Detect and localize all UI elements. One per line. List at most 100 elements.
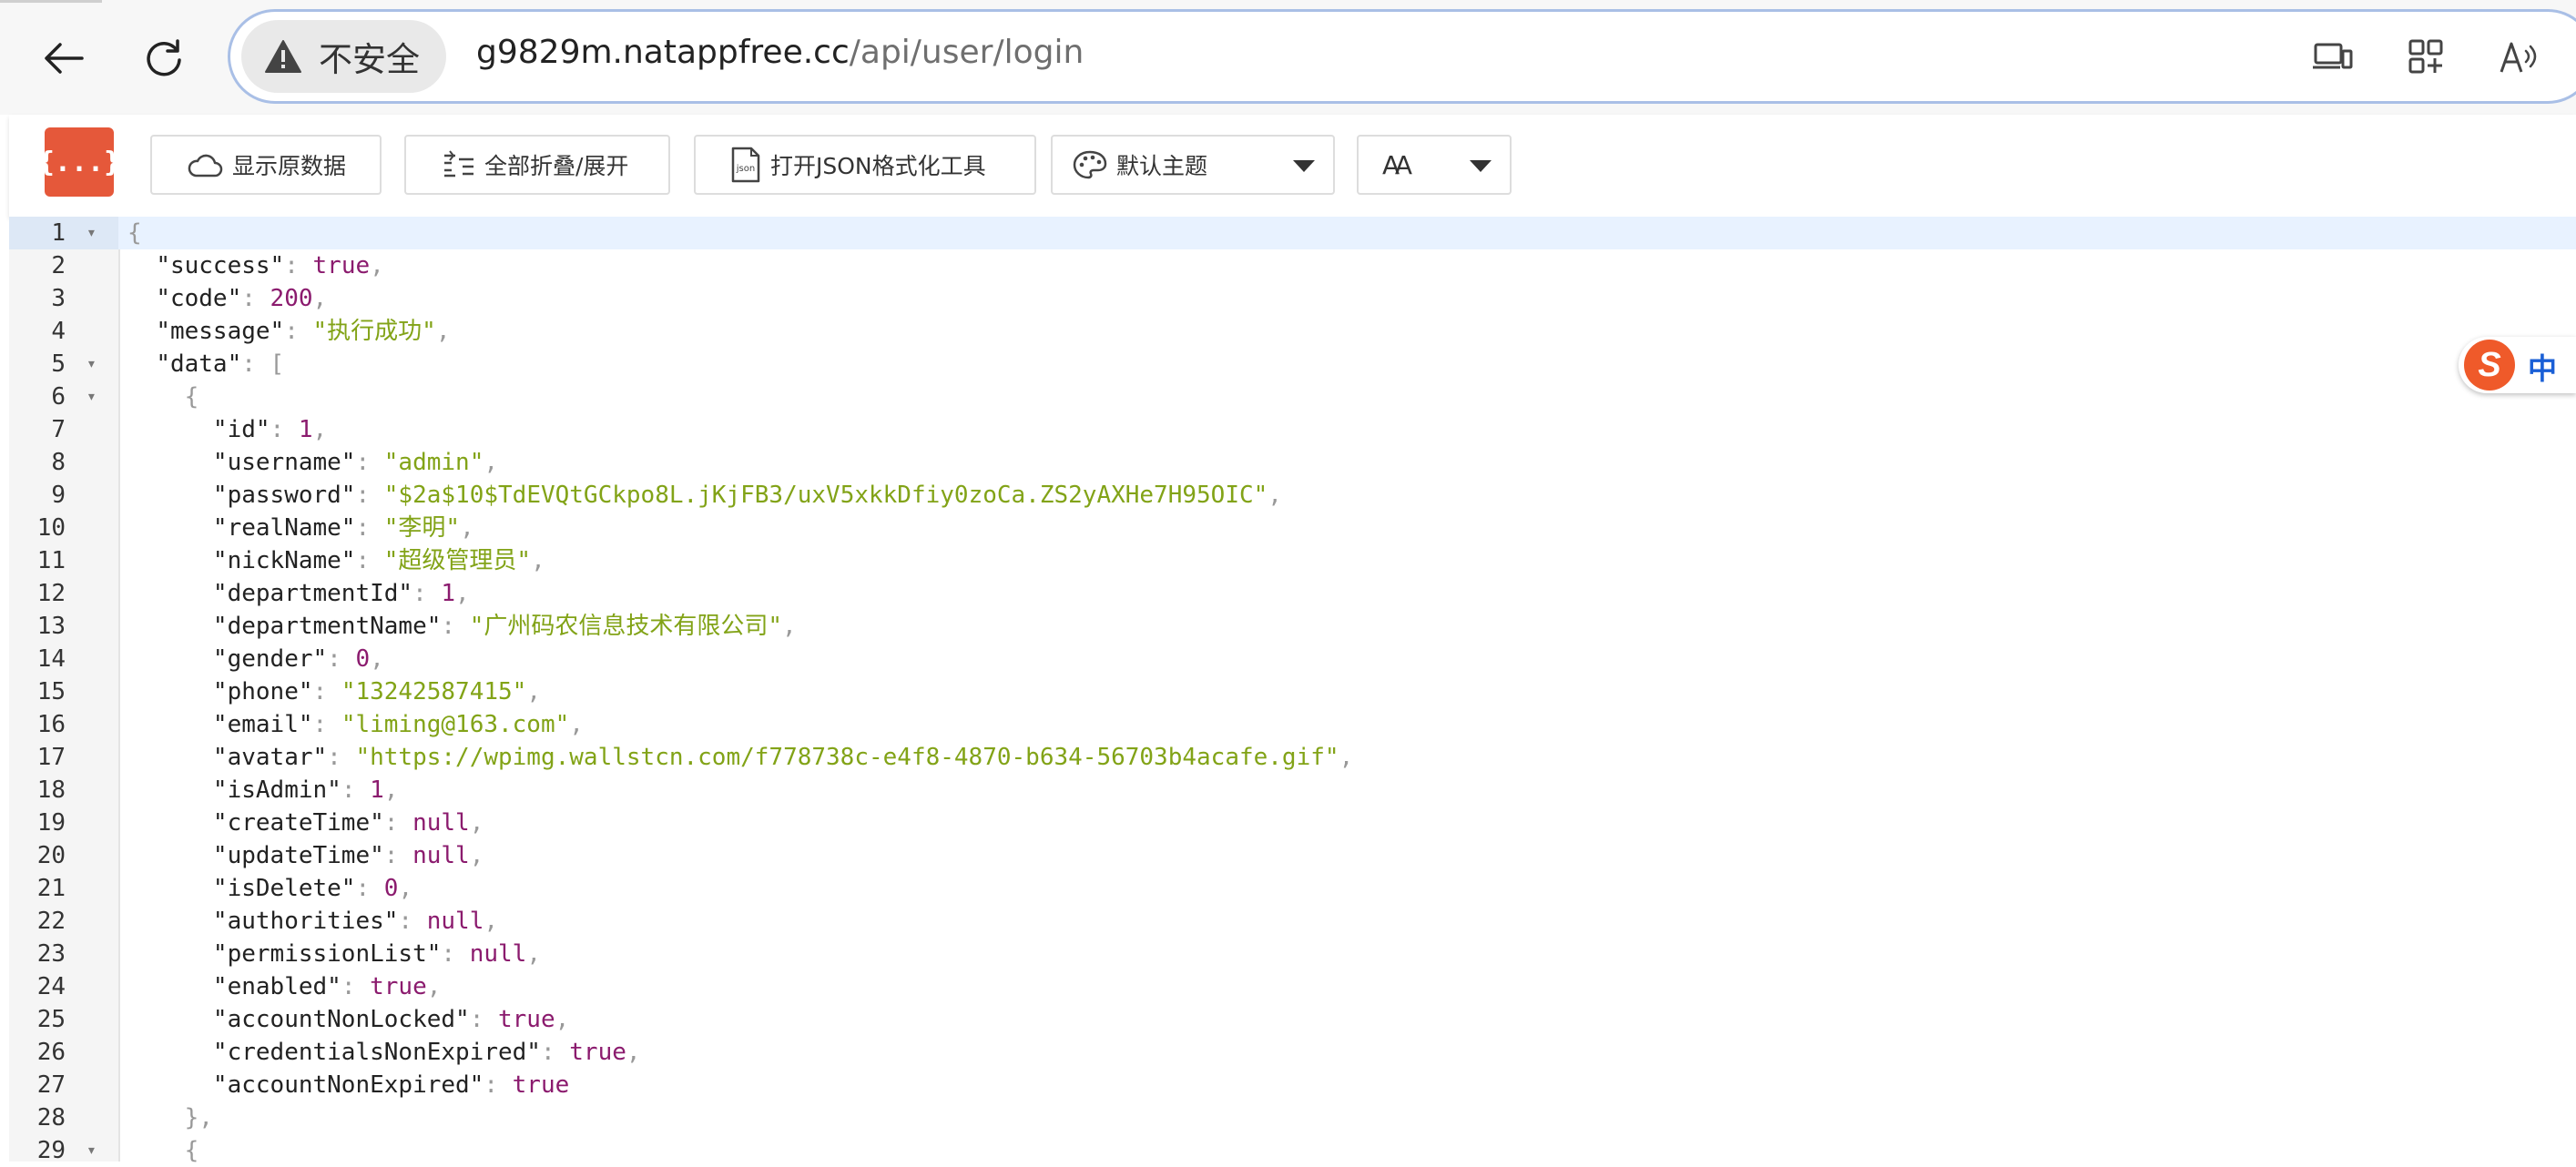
read-aloud-button[interactable] — [2495, 33, 2542, 80]
json-punctuation: : — [441, 613, 470, 640]
json-key: "gender" — [212, 645, 328, 673]
line-content: { — [127, 381, 199, 413]
json-punctuation: : — [341, 973, 371, 1000]
json-key: "realName" — [212, 514, 356, 542]
font-size-select[interactable]: AA — [1357, 135, 1512, 195]
code-line[interactable]: 14 "gender": 0, — [9, 643, 2576, 675]
json-string: "广州码农信息技术有限公司" — [469, 613, 782, 640]
line-number-cell: 5 ▾ — [9, 348, 118, 381]
fold-all-button[interactable]: 全部折叠/展开 — [404, 135, 670, 195]
json-number: 0 — [355, 645, 371, 673]
line-number-cell: 10 — [9, 512, 118, 544]
code-line[interactable]: 27 "accountNonExpired": true — [9, 1069, 2576, 1101]
line-number: 9 — [51, 482, 66, 509]
line-content: "password": "$2a$10$TdEVQtGCkpo8L.jKjFB3… — [127, 479, 1282, 512]
json-punctuation: { — [127, 219, 142, 247]
line-number-cell: 18 — [9, 774, 118, 807]
json-punctuation: , — [469, 842, 484, 869]
line-number-cell: 6 ▾ — [9, 381, 118, 413]
json-punctuation: , — [555, 1006, 570, 1033]
code-line[interactable]: 23 "permissionList": null, — [9, 938, 2576, 970]
code-line[interactable]: 19 "createTime": null, — [9, 807, 2576, 839]
code-line[interactable]: 3 "code": 200, — [9, 282, 2576, 315]
code-line[interactable]: 6 ▾ { — [9, 381, 2576, 413]
back-button[interactable] — [31, 25, 97, 91]
line-number: 11 — [36, 547, 66, 574]
json-boolean: true — [370, 973, 427, 1000]
code-line[interactable]: 20 "updateTime": null, — [9, 839, 2576, 872]
code-line[interactable]: 22 "authorities": null, — [9, 905, 2576, 938]
code-line[interactable]: 5 ▾ "data": [ — [9, 348, 2576, 381]
line-number: 2 — [51, 252, 66, 279]
json-punctuation: : — [327, 645, 356, 673]
line-number: 15 — [36, 678, 66, 705]
code-line[interactable]: 29 ▾ { — [9, 1134, 2576, 1167]
code-line[interactable]: 7 "id": 1, — [9, 413, 2576, 446]
url-text[interactable]: g9829m.natappfree.cc/api/user/login — [476, 34, 1084, 71]
line-content: "accountNonExpired": true — [127, 1069, 569, 1101]
code-line[interactable]: 12 "departmentId": 1, — [9, 577, 2576, 610]
apps-button[interactable] — [2402, 33, 2449, 80]
json-key: "avatar" — [212, 744, 328, 771]
json-punctuation: , — [370, 645, 384, 673]
json-number: 1 — [441, 580, 456, 607]
show-raw-button[interactable]: 显示原数据 — [150, 135, 382, 195]
code-line[interactable]: 15 "phone": "13242587415", — [9, 675, 2576, 708]
cloud-icon — [188, 154, 223, 178]
line-number-cell: 24 — [9, 970, 118, 1003]
apps-grid-icon — [2408, 39, 2443, 74]
code-line[interactable]: 9 "password": "$2a$10$TdEVQtGCkpo8L.jKjF… — [9, 479, 2576, 512]
cast-button[interactable] — [2309, 33, 2357, 80]
fold-toggle-icon[interactable]: ▾ — [87, 381, 97, 413]
json-punctuation: : — [284, 252, 313, 279]
line-number-cell: 3 — [9, 282, 118, 315]
json-punctuation: : — [355, 449, 384, 476]
code-line[interactable]: 10 "realName": "李明", — [9, 512, 2576, 544]
code-line[interactable]: 26 "credentialsNonExpired": true, — [9, 1036, 2576, 1069]
fold-toggle-icon[interactable]: ▾ — [87, 348, 97, 381]
code-line[interactable]: 18 "isAdmin": 1, — [9, 774, 2576, 807]
line-number: 29 — [36, 1137, 66, 1164]
theme-select[interactable]: 默认主题 — [1051, 135, 1335, 195]
json-punctuation: : — [398, 908, 427, 935]
code-line[interactable]: 24 "enabled": true, — [9, 970, 2576, 1003]
reload-button[interactable] — [131, 25, 197, 91]
code-line[interactable]: 16 "email": "liming@163.com", — [9, 708, 2576, 741]
code-line[interactable]: 2 "success": true, — [9, 249, 2576, 282]
json-viewer-logo[interactable]: {...} — [38, 127, 120, 197]
code-line[interactable]: 25 "accountNonLocked": true, — [9, 1003, 2576, 1036]
code-line[interactable]: 21 "isDelete": 0, — [9, 872, 2576, 905]
line-number-cell: 19 — [9, 807, 118, 839]
code-line[interactable]: 28 }, — [9, 1101, 2576, 1134]
fold-toggle-icon[interactable]: ▾ — [87, 1134, 97, 1167]
json-punctuation: , — [455, 580, 470, 607]
json-number: 1 — [370, 776, 384, 804]
line-number-cell: 23 — [9, 938, 118, 970]
line-number-cell: 1 ▾ — [9, 217, 118, 249]
json-key: "nickName" — [212, 547, 356, 574]
json-file-icon: json — [731, 147, 760, 183]
json-punctuation: , — [526, 940, 541, 968]
line-number-cell: 12 — [9, 577, 118, 610]
open-formatter-button[interactable]: json 打开JSON格式化工具 — [694, 135, 1036, 195]
line-number: 10 — [36, 514, 66, 542]
line-content: { — [127, 217, 142, 249]
ime-status-badge[interactable]: S 中 — [2459, 337, 2576, 393]
json-punctuation: , — [1339, 744, 1354, 771]
json-string: "执行成功" — [312, 318, 436, 345]
site-security-chip[interactable]: 不安全 — [241, 20, 446, 93]
fold-toggle-icon[interactable]: ▾ — [87, 217, 97, 249]
code-line[interactable]: 4 "message": "执行成功", — [9, 315, 2576, 348]
code-line[interactable]: 1 ▾ { — [9, 217, 2576, 249]
code-line[interactable]: 11 "nickName": "超级管理员", — [9, 544, 2576, 577]
code-line[interactable]: 17 "avatar": "https://wpimg.wallstcn.com… — [9, 741, 2576, 774]
json-punctuation — [127, 318, 156, 345]
font-size-icon: AA — [1382, 149, 1412, 180]
json-number: 200 — [270, 285, 313, 312]
json-code-view[interactable]: 1 ▾{2 "success": true, 3 "code": 200, 4 "me… — [9, 217, 2576, 1164]
line-number-cell: 28 — [9, 1101, 118, 1134]
code-line[interactable]: 13 "departmentName": "广州码农信息技术有限公司", — [9, 610, 2576, 643]
address-bar[interactable]: 不安全 g9829m.natappfree.cc/api/user/login — [228, 9, 2576, 104]
line-content: "enabled": true, — [127, 970, 441, 1003]
code-line[interactable]: 8 "username": "admin", — [9, 446, 2576, 479]
